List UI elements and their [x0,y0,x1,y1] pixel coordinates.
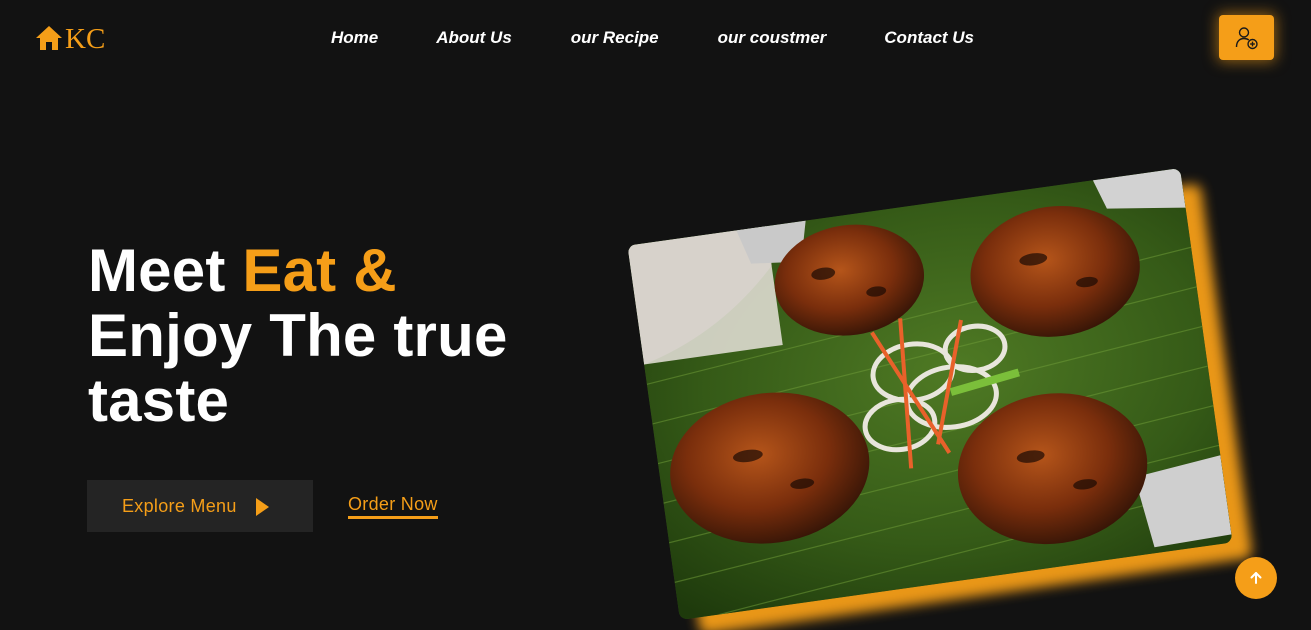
scroll-to-top-button[interactable] [1235,557,1277,599]
hero-title-line2: Enjoy The true [88,302,508,369]
user-add-icon [1235,26,1258,49]
hero-image-frame [627,168,1253,630]
nav-our-recipe[interactable]: our Recipe [571,28,659,48]
grilled-chicken-image [627,168,1233,620]
user-account-button[interactable] [1219,15,1274,60]
food-illustration [627,168,1233,620]
logo-text: KC [65,23,106,55]
nav-about-us[interactable]: About Us [436,28,512,48]
order-now-link[interactable]: Order Now [348,494,438,519]
arrow-up-icon [1250,572,1262,584]
explore-menu-label: Explore Menu [122,495,237,516]
nav-contact-us[interactable]: Contact Us [884,28,974,48]
hero-title: Meet Eat & Enjoy The true taste [88,238,508,433]
nav-our-customer[interactable]: our coustmer [718,28,827,48]
house-icon [36,26,62,50]
logo[interactable]: KC [34,22,105,54]
hero-title-accent: Eat & [242,237,397,304]
hero-title-line3: taste [88,367,230,434]
play-icon [255,498,269,516]
nav-home[interactable]: Home [331,28,378,48]
hero-title-part1: Meet [88,237,243,304]
main-nav: Home About Us our Recipe our coustmer Co… [331,28,974,48]
explore-menu-button[interactable]: Explore Menu [87,480,313,532]
